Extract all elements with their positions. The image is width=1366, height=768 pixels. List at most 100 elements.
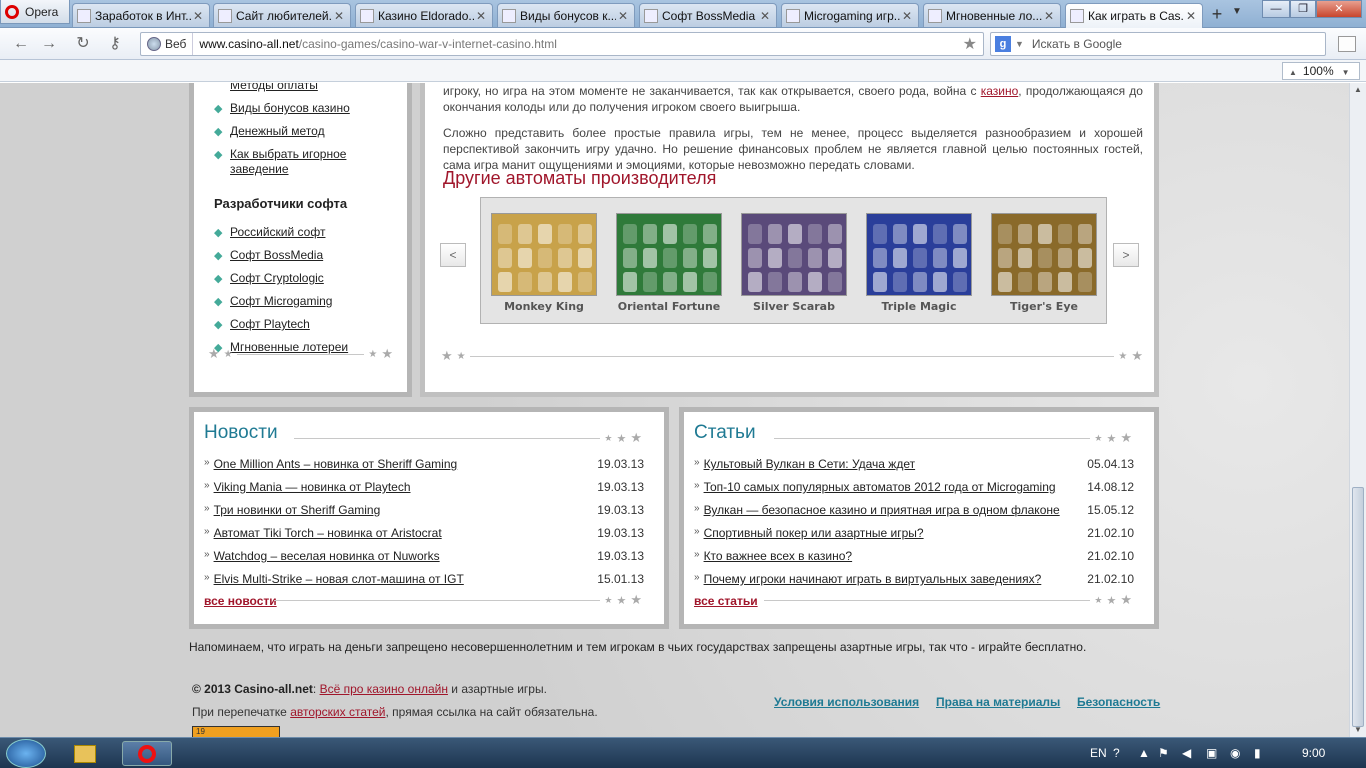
- all-articles-link[interactable]: все статьи: [694, 594, 758, 608]
- help-icon[interactable]: ?: [1113, 746, 1120, 760]
- slot-name[interactable]: Triple Magic: [866, 300, 972, 313]
- sidebar-item-partial[interactable]: Методы оплаты: [230, 83, 318, 92]
- tab-close-icon[interactable]: ✕: [191, 9, 205, 23]
- sidebar-item[interactable]: ◆ Денежный метод: [214, 124, 407, 139]
- sidebar-item-label[interactable]: Софт Cryptologic: [230, 271, 324, 285]
- usb-icon[interactable]: ▣: [1206, 746, 1217, 760]
- tab-1[interactable]: Заработок в Инт... ✕: [72, 3, 210, 27]
- author-articles-link[interactable]: авторских статей: [290, 705, 385, 719]
- start-button[interactable]: [6, 739, 46, 768]
- footer-link-security[interactable]: Безопасность: [1077, 695, 1160, 709]
- copyright-link[interactable]: Всё про казино онлайн: [320, 682, 448, 696]
- slot-game-card[interactable]: Monkey King: [491, 213, 597, 313]
- opera-menu-button[interactable]: Opera: [0, 0, 70, 24]
- language-indicator[interactable]: EN: [1090, 746, 1107, 760]
- tab-menu-icon[interactable]: ▼: [1232, 6, 1242, 17]
- tab-close-icon[interactable]: ✕: [1184, 9, 1198, 23]
- item-link[interactable]: Автомат Tiki Torch – новинка от Aristocr…: [214, 526, 598, 540]
- tab-close-icon[interactable]: ✕: [758, 9, 772, 23]
- item-link[interactable]: Почему игроки начинают играть в виртуаль…: [704, 572, 1088, 586]
- minimize-button[interactable]: —: [1262, 0, 1290, 18]
- tab-4[interactable]: Виды бонусов к... ✕: [497, 3, 635, 27]
- opera-taskbar-icon[interactable]: [122, 741, 172, 766]
- sidebar-item[interactable]: ◆ Российский софт: [214, 225, 348, 240]
- tab-close-icon[interactable]: ✕: [900, 9, 914, 23]
- tab-close-icon[interactable]: ✕: [1042, 9, 1056, 23]
- slot-thumbnail[interactable]: [491, 213, 597, 296]
- footer-link-rights[interactable]: Права на материалы: [936, 695, 1060, 709]
- slot-thumbnail[interactable]: [616, 213, 722, 296]
- tab-close-icon[interactable]: ✕: [474, 9, 488, 23]
- slot-game-card[interactable]: Silver Scarab: [741, 213, 847, 313]
- sidebar-item-label[interactable]: Денежный метод: [230, 124, 325, 138]
- menu-icon[interactable]: [1338, 36, 1356, 52]
- slot-game-card[interactable]: Tiger's Eye: [991, 213, 1097, 313]
- tab-close-icon[interactable]: ✕: [332, 9, 346, 23]
- tab-3[interactable]: Казино Eldorado... ✕: [355, 3, 493, 27]
- action-center-icon[interactable]: ⚑: [1158, 746, 1169, 760]
- sidebar-item[interactable]: ◆ Софт BossMedia: [214, 248, 348, 263]
- maximize-button[interactable]: ❐: [1290, 0, 1316, 18]
- slot-thumbnail[interactable]: [741, 213, 847, 296]
- sidebar-item[interactable]: ◆ Софт Microgaming: [214, 294, 348, 309]
- sidebar-item-label[interactable]: Софт BossMedia: [230, 248, 323, 262]
- item-link[interactable]: Watchdog – веселая новинка от Nuworks: [214, 549, 598, 563]
- tray-expand-icon[interactable]: ▲: [1138, 746, 1150, 760]
- network-icon[interactable]: ◉: [1230, 746, 1240, 760]
- tab-7[interactable]: Мгновенные ло... ✕: [923, 3, 1061, 27]
- item-link[interactable]: Вулкан — безопасное казино и приятная иг…: [704, 503, 1088, 517]
- visitor-counter[interactable]: 19: [192, 726, 280, 737]
- item-link[interactable]: Кто важнее всех в казино?: [704, 549, 1088, 563]
- tab-2[interactable]: Сайт любителей... ✕: [213, 3, 351, 27]
- slot-name[interactable]: Oriental Fortune: [616, 300, 722, 313]
- tab-close-icon[interactable]: ✕: [616, 9, 630, 23]
- scroll-up-icon[interactable]: ▲: [1354, 85, 1362, 94]
- slot-game-card[interactable]: Oriental Fortune: [616, 213, 722, 313]
- key-icon[interactable]: ⚷: [104, 34, 126, 54]
- chrome-icon[interactable]: [70, 741, 120, 766]
- tab-6[interactable]: Microgaming игр... ✕: [781, 3, 919, 27]
- reload-icon[interactable]: ↻: [72, 34, 94, 54]
- sidebar-item[interactable]: ◆ Софт Playtech: [214, 317, 348, 332]
- item-link[interactable]: Культовый Вулкан в Сети: Удача ждет: [704, 457, 1088, 471]
- zoom-select[interactable]: ▲ 100% ▼: [1282, 62, 1360, 80]
- slot-thumbnail[interactable]: [991, 213, 1097, 296]
- web-badge[interactable]: Веб: [141, 33, 194, 55]
- vertical-scrollbar[interactable]: ▲ ▼: [1349, 83, 1366, 737]
- search-field[interactable]: g ▼ Искать в Google: [990, 32, 1326, 56]
- item-link[interactable]: One Million Ants – новинка от Sheriff Ga…: [214, 457, 598, 471]
- carousel-prev-button[interactable]: <: [440, 243, 466, 267]
- scroll-down-icon[interactable]: ▼: [1354, 725, 1362, 734]
- item-link[interactable]: Viking Mania — новинка от Playtech: [214, 480, 598, 494]
- sidebar-item-label[interactable]: Софт Microgaming: [230, 294, 332, 308]
- slot-name[interactable]: Tiger's Eye: [991, 300, 1097, 313]
- back-arrow-icon[interactable]: ←: [10, 34, 32, 54]
- item-link[interactable]: Спортивный покер или азартные игры?: [704, 526, 1088, 540]
- sidebar-item-label[interactable]: Как выбрать игорное заведение: [230, 147, 346, 176]
- volume-icon[interactable]: ◀: [1182, 746, 1191, 760]
- search-engine-dropdown-icon[interactable]: ▼: [1015, 39, 1024, 49]
- sidebar-item[interactable]: ◆ Софт Cryptologic: [214, 271, 348, 286]
- new-tab-button[interactable]: +: [1206, 4, 1228, 24]
- slot-thumbnail[interactable]: [866, 213, 972, 296]
- address-field[interactable]: Веб www.casino-all.net/casino-games/casi…: [140, 32, 984, 56]
- slot-name[interactable]: Silver Scarab: [741, 300, 847, 313]
- item-link[interactable]: Три новинки от Sheriff Gaming: [214, 503, 598, 517]
- casino-link[interactable]: казино: [981, 84, 1019, 98]
- slot-game-card[interactable]: Triple Magic: [866, 213, 972, 313]
- all-news-link[interactable]: все новости: [204, 594, 277, 608]
- slot-name[interactable]: Monkey King: [491, 300, 597, 313]
- footer-link-terms[interactable]: Условия использования: [774, 695, 919, 709]
- sidebar-item[interactable]: ◆ Как выбрать игорное заведение: [214, 147, 407, 177]
- forward-arrow-icon[interactable]: →: [38, 34, 60, 54]
- scrollbar-thumb[interactable]: [1352, 487, 1364, 727]
- tab-5[interactable]: Софт BossMedia ✕: [639, 3, 777, 27]
- bookmark-star-icon[interactable]: ★: [963, 34, 977, 54]
- carousel-next-button[interactable]: >: [1113, 243, 1139, 267]
- item-link[interactable]: Топ-10 самых популярных автоматов 2012 г…: [704, 480, 1088, 494]
- item-link[interactable]: Elvis Multi-Strike – новая слот-машина о…: [214, 572, 598, 586]
- sidebar-item-label[interactable]: Софт Playtech: [230, 317, 310, 331]
- sidebar-item-label[interactable]: Российский софт: [230, 225, 325, 239]
- close-window-button[interactable]: ✕: [1316, 0, 1362, 18]
- signal-icon[interactable]: ▮: [1254, 746, 1261, 760]
